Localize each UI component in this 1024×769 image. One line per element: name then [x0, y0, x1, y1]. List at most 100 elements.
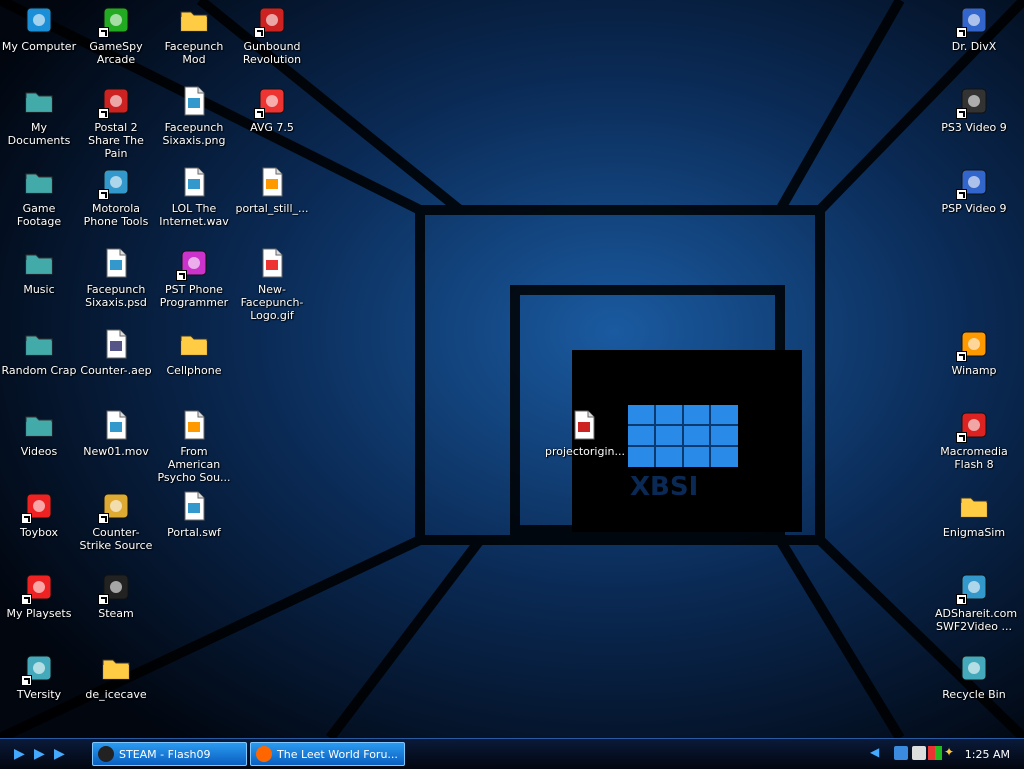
shortcut-arrow-icon — [956, 108, 967, 119]
quick-launch-3-icon[interactable]: ▶ — [54, 747, 68, 761]
desktop-icon-label: My Computer — [1, 40, 77, 53]
tversity-icon — [21, 652, 55, 686]
security-icon[interactable] — [928, 746, 942, 760]
desktop-icon-label: From American Psycho Sou... — [157, 445, 231, 484]
desktop-icon-new-facepunch-logo-gif[interactable]: New-Facepunch-Logo.gif — [233, 247, 311, 322]
mov-file-icon — [100, 409, 132, 441]
desktop-icon-projectorigin[interactable]: projectorigin... — [545, 409, 625, 458]
firefox-icon — [256, 746, 272, 762]
desktop-icon-cellphone[interactable]: Cellphone — [155, 328, 233, 377]
desktop-icon-label: Postal 2 Share The Pain — [88, 121, 144, 160]
shortcut-arrow-icon — [21, 594, 32, 605]
shortcut-arrow-icon — [956, 432, 967, 443]
taskbar-button-1[interactable]: The Leet World Foru... — [250, 742, 405, 766]
desktop-icon-facepunch-sixaxis-png[interactable]: Facepunch Sixaxis.png — [155, 85, 233, 147]
desktop-icon-ps3-video-9[interactable]: PS3 Video 9 — [935, 85, 1013, 134]
desktop-icon-facepunch-mod[interactable]: Facepunch Mod — [155, 4, 233, 66]
quick-launch-1-icon[interactable]: ▶ — [14, 747, 28, 761]
pst-icon — [176, 247, 210, 281]
desktop-icon-label: portal_still_... — [235, 202, 309, 215]
desktop-icon-recycle-bin[interactable]: Recycle Bin — [935, 652, 1013, 701]
desktop-icon-my-documents[interactable]: My Documents — [0, 85, 78, 147]
desktop-icon-label: Recycle Bin — [942, 688, 1006, 701]
desktop-icon-facepunch-sixaxis-psd[interactable]: Facepunch Sixaxis.psd — [77, 247, 155, 309]
desktop-icon-toybox[interactable]: Toybox — [0, 490, 78, 539]
quick-launch-2-icon[interactable]: ▶ — [34, 747, 48, 761]
gunbound-icon — [254, 4, 288, 38]
desktop-icon-counter-strike-source[interactable]: Counter-Strike Source — [77, 490, 155, 552]
desktop-icon-psp-video-9[interactable]: PSP Video 9 — [935, 166, 1013, 215]
desktop-icon-pst-phone-programmer[interactable]: PST Phone Programmer — [155, 247, 233, 309]
taskbar: ▶ ▶ ▶ STEAM - Flash09 The Leet World Foru..… — [0, 738, 1024, 769]
my-computer-icon — [23, 4, 55, 36]
desktop-icon-my-computer[interactable]: My Computer — [0, 4, 78, 53]
desktop-icon-music[interactable]: Music — [0, 247, 78, 296]
flash-icon — [956, 409, 990, 443]
folder-icon — [178, 4, 210, 36]
desktop-icon-counter-aep[interactable]: Counter-.aep — [77, 328, 155, 377]
desktop-icon-postal-2-share-the-pain[interactable]: Postal 2 Share The Pain — [77, 85, 155, 160]
desktop-icon-from-american-psycho-sou[interactable]: From American Psycho Sou... — [155, 409, 233, 484]
psd-file-icon — [100, 247, 132, 279]
desktop-icon-label: LOL The Internet.wav — [159, 202, 229, 228]
desktop-icon-label: My Documents — [7, 121, 71, 147]
desktop-icon-lol-the-internet-wav[interactable]: LOL The Internet.wav — [155, 166, 233, 228]
desktop-icon-label: EnigmaSim — [942, 526, 1006, 539]
shortcut-arrow-icon — [98, 513, 109, 524]
folder-icon — [23, 166, 55, 198]
folder-icon — [23, 409, 55, 441]
desktop-icon-dr-divx[interactable]: Dr. DivX — [935, 4, 1013, 53]
shortcut-arrow-icon — [98, 108, 109, 119]
shortcut-arrow-icon — [956, 351, 967, 362]
desktop-icon-label: Winamp — [951, 364, 997, 377]
tray-expand-arrow-icon[interactable]: ◀ — [870, 745, 884, 759]
desktop-icon-motorola-phone-tools[interactable]: Motorola Phone Tools — [77, 166, 155, 228]
desktop-icon-label: Macromedia Flash 8 — [940, 445, 1008, 471]
folder-icon — [178, 328, 210, 360]
desktop-icon-steam[interactable]: Steam — [77, 571, 155, 620]
desktop-icon-label: Counter-.aep — [80, 364, 152, 377]
motorola-icon — [98, 166, 132, 200]
taskbar-button-0[interactable]: STEAM - Flash09 — [92, 742, 247, 766]
psp-icon — [956, 166, 990, 200]
desktop-icon-game-footage[interactable]: Game Footage — [0, 166, 78, 228]
steam-icon — [98, 746, 114, 762]
desktop-icon-random-crap[interactable]: Random Crap — [0, 328, 78, 377]
wand-icon[interactable]: ✦ — [944, 745, 958, 759]
recycle-bin-icon — [958, 652, 990, 684]
desktop-icon-avg-7-5[interactable]: AVG 7.5 — [233, 85, 311, 134]
desktop-icon-enigmasim[interactable]: EnigmaSim — [935, 490, 1013, 539]
shortcut-arrow-icon — [254, 108, 265, 119]
vlc-file-icon — [178, 409, 210, 441]
desktop-icon-gamespy-arcade[interactable]: GameSpy Arcade — [77, 4, 155, 66]
system-tray: ◀ ✦ 1:25 AM — [864, 739, 1024, 769]
desktop-icon-label: New-Facepunch-Logo.gif — [240, 283, 304, 322]
folder-icon — [23, 247, 55, 279]
desktop-icon-label: Gunbound Revolution — [242, 40, 302, 66]
taskbar-clock[interactable]: 1:25 AM — [965, 748, 1010, 761]
desktop-icon-macromedia-flash-8[interactable]: Macromedia Flash 8 — [935, 409, 1013, 471]
desktop-icon-winamp[interactable]: Winamp — [935, 328, 1013, 377]
gif-file-icon — [256, 247, 288, 279]
desktop-icon-new01-mov[interactable]: New01.mov — [77, 409, 155, 458]
desktop-icon-tversity[interactable]: TVersity — [0, 652, 78, 701]
desktop-icon-label: TVersity — [16, 688, 62, 701]
desktop-icon-label: ADShareit.com SWF2Video ... — [935, 607, 1018, 633]
postal-icon — [98, 85, 132, 119]
folder-icon — [23, 328, 55, 360]
desktop-icon-portal-still[interactable]: portal_still_... — [233, 166, 311, 215]
desktop-icon-label: Motorola Phone Tools — [83, 202, 149, 228]
shortcut-arrow-icon — [956, 594, 967, 605]
network-icon[interactable] — [894, 746, 908, 760]
desktop-icon-videos[interactable]: Videos — [0, 409, 78, 458]
volume-icon[interactable] — [912, 746, 926, 760]
gamespy-icon — [98, 4, 132, 38]
desktop-icon-gunbound-revolution[interactable]: Gunbound Revolution — [233, 4, 311, 66]
desktop-icon-label: Random Crap — [1, 364, 77, 377]
desktop-icon-de-icecave[interactable]: de_icecave — [77, 652, 155, 701]
avg-icon — [254, 85, 288, 119]
desktop-icon-adshareit-com-swf2video[interactable]: ADShareit.com SWF2Video ... — [935, 571, 1018, 633]
desktop-icon-portal-swf[interactable]: Portal.swf — [155, 490, 233, 539]
vlc-file-icon — [256, 166, 288, 198]
desktop-icon-my-playsets[interactable]: My Playsets — [0, 571, 78, 620]
